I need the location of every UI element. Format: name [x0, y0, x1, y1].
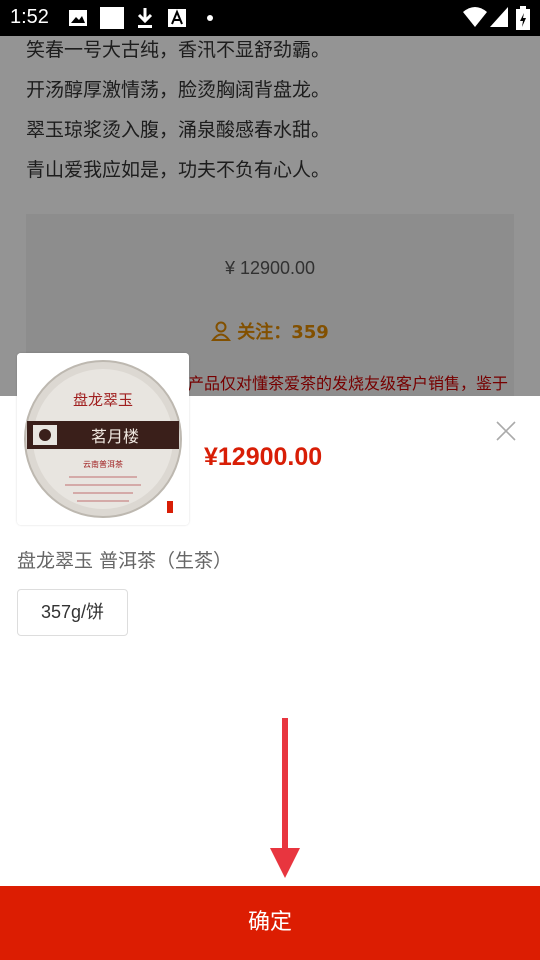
dot-icon: [207, 15, 213, 21]
signal-icon: [490, 7, 508, 27]
confirm-button[interactable]: 确定: [0, 886, 540, 960]
close-button[interactable]: [492, 417, 520, 445]
down-arrow-annotation: [270, 718, 300, 878]
image-icon: [69, 10, 87, 26]
tea-cake-subtitle: 云南普洱茶: [83, 459, 123, 469]
status-bar: 1:52: [0, 0, 540, 36]
tea-cake-image: 盘龙翠玉 茗月楼 云南普洱茶: [17, 353, 189, 525]
tea-cake-brand: 茗月楼: [91, 427, 139, 446]
status-time: 1:52: [10, 6, 49, 28]
close-icon: [496, 421, 516, 441]
battery-icon: [516, 6, 530, 30]
product-name: 盘龙翠玉 普洱茶（生茶）: [17, 550, 233, 572]
square-icon: [100, 7, 124, 29]
download-icon: [137, 8, 153, 28]
wifi-icon: [463, 7, 487, 27]
product-thumbnail: 盘龙翠玉 茗月楼 云南普洱茶: [17, 353, 189, 525]
sheet-price: ¥12900.00: [204, 443, 323, 471]
spec-option-357g[interactable]: 357g/饼: [17, 589, 128, 636]
tea-cake-title: 盘龙翠玉: [73, 391, 133, 409]
font-icon: [168, 9, 186, 27]
